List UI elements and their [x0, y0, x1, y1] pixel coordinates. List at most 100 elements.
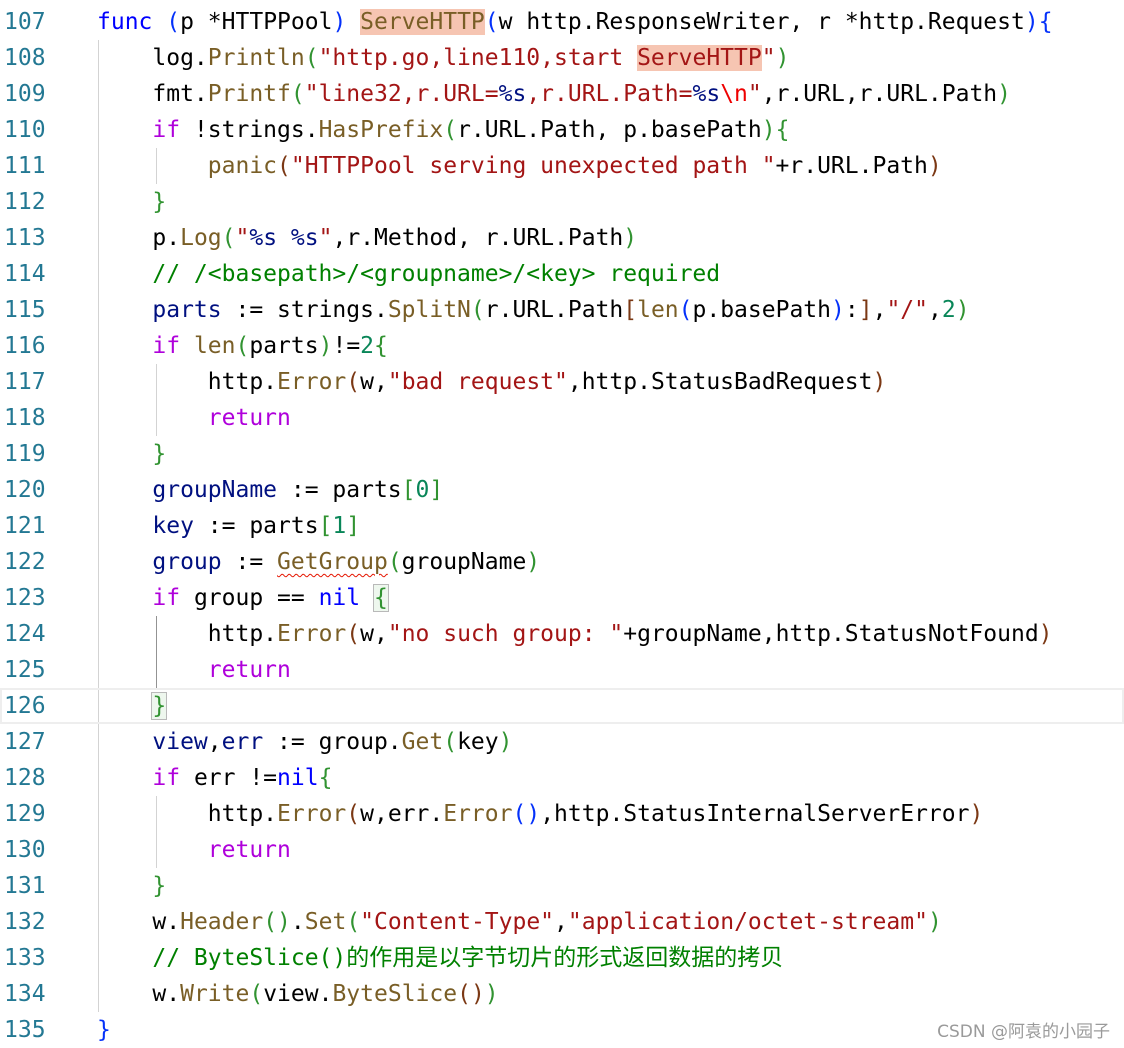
line-number: 113 [4, 225, 46, 251]
code-line[interactable]: 110 if !strings.HasPrefix(r.URL.Path, p.… [0, 112, 1124, 148]
code-token: // /<basepath>/<groupname>/<key> require… [152, 261, 721, 287]
code-text[interactable]: panic("HTTPPool serving unexpected path … [97, 148, 942, 184]
code-text[interactable]: func (p *HTTPPool) ServeHTTP(w http.Resp… [97, 4, 1053, 40]
code-text[interactable]: } [97, 184, 166, 220]
code-line[interactable]: 117 http.Error(w,"bad request",http.Stat… [0, 364, 1124, 400]
code-line[interactable]: 127 view,err := group.Get(key) [0, 724, 1124, 760]
code-text[interactable]: parts := strings.SplitN(r.URL.Path[len(p… [97, 292, 969, 328]
code-token: %s [692, 81, 721, 107]
code-token: " [318, 225, 333, 251]
code-token: ) [1038, 621, 1053, 647]
code-text[interactable]: log.Println("http.go,line110,start Serve… [97, 40, 789, 76]
code-text[interactable]: } [97, 868, 166, 904]
code-line[interactable]: 108 log.Println("http.go,line110,start S… [0, 40, 1124, 76]
code-token: parts [249, 333, 319, 359]
code-token: ) [318, 333, 333, 359]
code-line[interactable]: 129 http.Error(w,err.Error(),http.Status… [0, 796, 1124, 832]
code-text[interactable]: view,err := group.Get(key) [97, 724, 512, 760]
code-token: ( [290, 81, 305, 107]
code-line[interactable]: 121 key := parts[1] [0, 508, 1124, 544]
code-token: { [318, 765, 333, 791]
code-token: r.URL.Path, p.basePath [457, 117, 762, 143]
code-line[interactable]: 134 w.Write(view.ByteSlice()) [0, 976, 1124, 1012]
code-text[interactable]: return [97, 832, 291, 868]
code-token: Write [180, 981, 250, 1007]
highlighted-token: ServeHTTP [360, 9, 485, 35]
code-token: ) [872, 369, 887, 395]
code-line[interactable]: 119 } [0, 436, 1124, 472]
code-line[interactable]: 120 groupName := parts[0] [0, 472, 1124, 508]
code-line[interactable]: 128 if err !=nil{ [0, 760, 1124, 796]
line-number: 128 [4, 765, 46, 791]
code-line[interactable]: 126 } [0, 688, 1124, 724]
line-number: 118 [4, 405, 46, 431]
code-token: key [152, 513, 194, 539]
code-text[interactable]: http.Error(w,"no such group: "+groupName… [97, 616, 1053, 652]
code-line[interactable]: 130 return [0, 832, 1124, 868]
code-line[interactable]: 131 } [0, 868, 1124, 904]
code-text[interactable]: if len(parts)!=2{ [97, 328, 388, 364]
code-token: ] [429, 477, 444, 503]
code-line[interactable]: 113 p.Log("%s %s",r.Method, r.URL.Path) [0, 220, 1124, 256]
code-token: ) [969, 801, 984, 827]
code-text[interactable]: } [97, 1012, 111, 1048]
code-token: Println [207, 45, 305, 71]
code-line[interactable]: 115 parts := strings.SplitN(r.URL.Path[l… [0, 292, 1124, 328]
code-text[interactable]: groupName := parts[0] [97, 472, 443, 508]
code-line[interactable]: 124 http.Error(w,"no such group: "+group… [0, 616, 1124, 652]
code-line[interactable]: 116 if len(parts)!=2{ [0, 328, 1124, 364]
line-number: 132 [4, 909, 46, 935]
code-text[interactable]: http.Error(w,"bad request",http.StatusBa… [97, 364, 887, 400]
code-text[interactable]: return [97, 652, 291, 688]
code-text[interactable]: } [97, 688, 168, 724]
line-number: 126 [4, 693, 46, 719]
code-token: 2 [941, 297, 956, 323]
code-token: 0 [415, 477, 430, 503]
code-text[interactable]: fmt.Printf("line32,r.URL=%s,r.URL.Path=%… [97, 76, 1011, 112]
code-text[interactable]: return [97, 400, 291, 436]
code-token: ) [761, 117, 776, 143]
code-text[interactable]: group := GetGroup(groupName) [97, 544, 540, 580]
code-token: "line32,r.URL= [304, 81, 499, 107]
code-text[interactable]: } [97, 436, 166, 472]
code-token: !strings. [180, 117, 319, 143]
code-editor[interactable]: 107 func (p *HTTPPool) ServeHTTP(w http.R… [0, 4, 1124, 1048]
code-token: "HTTPPool serving unexpected path " [290, 153, 776, 179]
code-line[interactable]: 132 w.Header().Set("Content-Type","appli… [0, 904, 1124, 940]
code-token: view. [263, 981, 333, 1007]
code-text[interactable]: if err !=nil{ [97, 760, 332, 796]
code-token: ( [457, 981, 471, 1007]
code-text[interactable]: p.Log("%s %s",r.Method, r.URL.Path) [97, 220, 637, 256]
code-line[interactable]: 122 group := GetGroup(groupName) [0, 544, 1124, 580]
code-token: return [207, 405, 291, 431]
code-line[interactable]: 118 return [0, 400, 1124, 436]
code-token: w. [152, 909, 181, 935]
code-text[interactable]: // /<basepath>/<groupname>/<key> require… [97, 256, 720, 292]
code-text[interactable]: key := parts[1] [97, 508, 360, 544]
code-line[interactable]: 133 // ByteSlice()的作用是以字节切片的形式返回数据的拷贝 [0, 940, 1124, 976]
code-line[interactable]: 114 // /<basepath>/<groupname>/<key> req… [0, 256, 1124, 292]
code-token: // ByteSlice()的作用是以字节切片的形式返回数据的拷贝 [152, 945, 784, 971]
code-token: ) [277, 909, 291, 935]
code-line[interactable]: 125 return [0, 652, 1124, 688]
code-token: \n [720, 81, 748, 107]
code-line[interactable]: 123 if group == nil { [0, 580, 1124, 616]
code-text[interactable]: http.Error(w,err.Error(),http.StatusInte… [97, 796, 984, 832]
code-token: ( [443, 729, 458, 755]
code-token: ) [927, 909, 942, 935]
code-text[interactable]: w.Write(view.ByteSlice()) [97, 976, 498, 1012]
code-text[interactable]: w.Header().Set("Content-Type","applicati… [97, 904, 942, 940]
code-text[interactable]: if group == nil { [97, 580, 389, 616]
code-line[interactable]: 112 } [0, 184, 1124, 220]
code-text[interactable]: // ByteSlice()的作用是以字节切片的形式返回数据的拷贝 [97, 940, 783, 976]
code-token: nil [277, 765, 319, 791]
code-text[interactable]: if !strings.HasPrefix(r.URL.Path, p.base… [97, 112, 789, 148]
code-line[interactable]: 111 panic("HTTPPool serving unexpected p… [0, 148, 1124, 184]
code-line[interactable]: 109 fmt.Printf("line32,r.URL=%s,r.URL.Pa… [0, 76, 1124, 112]
code-token: p *HTTPPool [180, 9, 333, 35]
code-line[interactable]: 107 func (p *HTTPPool) ServeHTTP(w http.R… [0, 4, 1124, 40]
line-number: 134 [4, 981, 46, 1007]
code-token: panic [207, 153, 278, 179]
code-token: %s [498, 81, 527, 107]
